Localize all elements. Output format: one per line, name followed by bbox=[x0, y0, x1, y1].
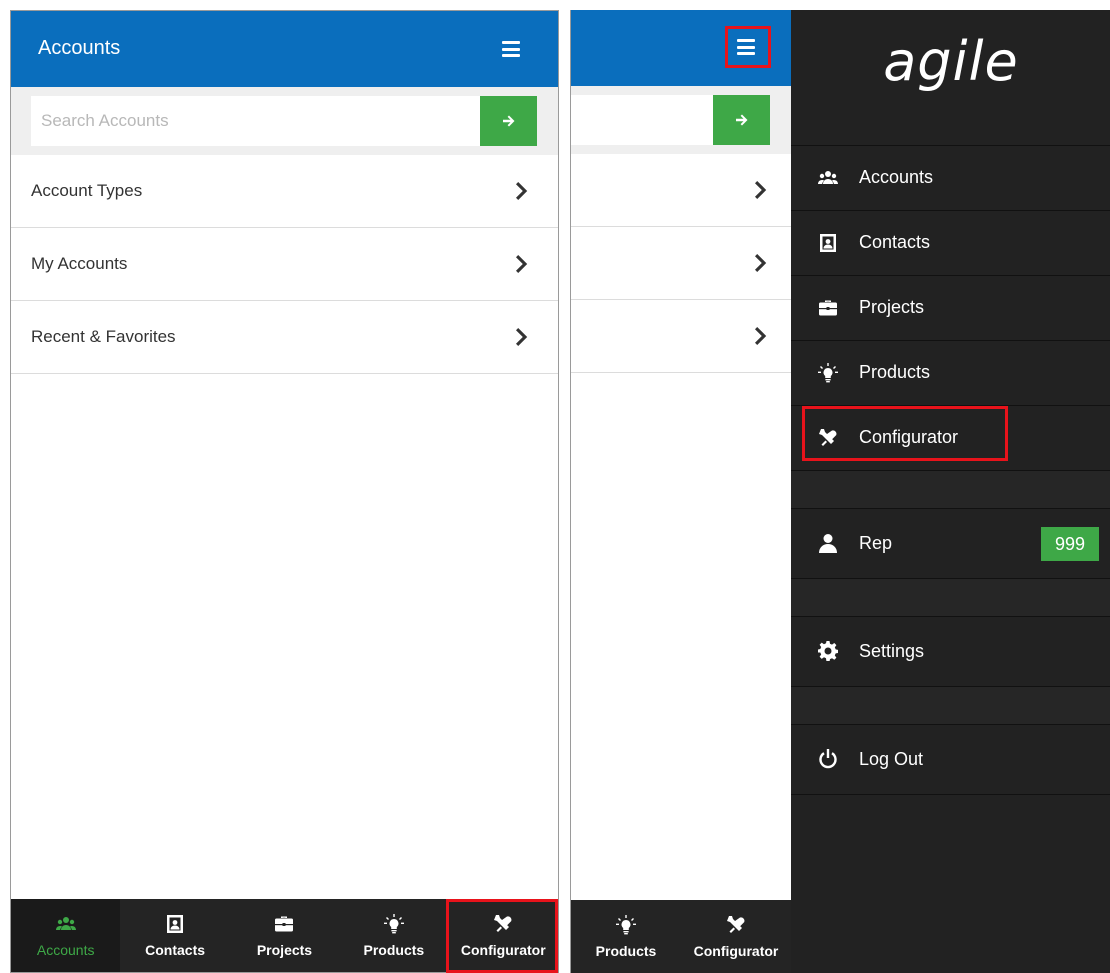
side-drawer: agile Accounts Contacts Projects Product… bbox=[791, 10, 1110, 973]
agile-logo: agile bbox=[791, 10, 1110, 146]
search-go-button[interactable] bbox=[713, 95, 770, 145]
tab-products[interactable]: Products bbox=[339, 899, 448, 972]
tab-label: Products bbox=[595, 942, 657, 959]
arrow-right-icon bbox=[735, 113, 749, 127]
users-icon bbox=[56, 914, 76, 934]
users-icon bbox=[818, 168, 838, 188]
tab-products[interactable]: Products bbox=[571, 900, 681, 973]
account-menu-list bbox=[571, 154, 791, 373]
tab-label: Configurator bbox=[460, 941, 546, 958]
drawer-item-configurator[interactable]: Configurator bbox=[791, 406, 1110, 471]
drawer-item-user[interactable]: Rep 999 bbox=[791, 509, 1110, 579]
search-go-button[interactable] bbox=[480, 96, 537, 146]
drawer-divider bbox=[791, 687, 1110, 725]
gear-icon bbox=[818, 641, 838, 661]
drawer-item-accounts[interactable]: Accounts bbox=[791, 146, 1110, 211]
list-item[interactable] bbox=[571, 154, 791, 227]
tools-icon bbox=[493, 914, 513, 934]
search-input[interactable] bbox=[31, 96, 481, 146]
tab-label: Projects bbox=[256, 941, 313, 958]
drawer-item-projects[interactable]: Projects bbox=[791, 276, 1110, 341]
tab-label: Contacts bbox=[145, 941, 206, 958]
tab-accounts[interactable]: Accounts bbox=[11, 899, 121, 972]
chevron-right-icon bbox=[753, 254, 767, 272]
search-input[interactable] bbox=[571, 95, 713, 145]
list-item-label: Account Types bbox=[31, 181, 143, 200]
chevron-right-icon bbox=[753, 327, 767, 345]
contact-card-icon bbox=[818, 233, 838, 253]
chevron-right-icon bbox=[514, 328, 528, 346]
chevron-right-icon bbox=[514, 182, 528, 200]
drawer-item-settings[interactable]: Settings bbox=[791, 617, 1110, 687]
tab-label: Accounts bbox=[36, 941, 95, 958]
hamburger-icon[interactable] bbox=[502, 41, 520, 57]
hamburger-icon[interactable] bbox=[737, 39, 755, 55]
drawer-item-label: Products bbox=[859, 362, 931, 382]
count-badge: 999 bbox=[1041, 527, 1099, 561]
tools-icon bbox=[818, 428, 838, 448]
tab-projects[interactable]: Projects bbox=[230, 899, 339, 972]
list-item[interactable] bbox=[571, 300, 791, 373]
list-item[interactable] bbox=[571, 227, 791, 300]
drawer-item-label: Projects bbox=[859, 297, 925, 317]
list-item-my-accounts[interactable]: My Accounts bbox=[11, 228, 558, 301]
app-header: Accounts bbox=[11, 11, 558, 87]
accounts-screen: Accounts Account Types My Accounts Recen… bbox=[10, 10, 559, 973]
user-name: Rep bbox=[859, 533, 893, 553]
tab-label: Products bbox=[363, 941, 425, 958]
chevron-right-icon bbox=[514, 255, 528, 273]
search-bar bbox=[571, 86, 791, 154]
briefcase-icon bbox=[818, 298, 838, 318]
drawer-item-products[interactable]: Products bbox=[791, 341, 1110, 406]
tools-icon bbox=[726, 915, 746, 935]
contact-card-icon bbox=[165, 914, 185, 934]
account-menu-list: Account Types My Accounts Recent & Favor… bbox=[11, 155, 558, 374]
search-bar bbox=[11, 87, 558, 155]
chevron-right-icon bbox=[753, 181, 767, 199]
drawer-menu: Accounts Contacts Projects Products Conf… bbox=[791, 146, 1110, 795]
bottom-tab-bar: Accounts Contacts Projects Products Conf… bbox=[11, 899, 558, 972]
drawer-item-label: Contacts bbox=[859, 232, 931, 252]
drawer-item-logout[interactable]: Log Out bbox=[791, 725, 1110, 795]
tab-label: Configurator bbox=[693, 942, 779, 959]
lightbulb-icon bbox=[616, 915, 636, 935]
user-icon bbox=[818, 533, 838, 553]
list-item-account-types[interactable]: Account Types bbox=[11, 155, 558, 228]
briefcase-icon bbox=[274, 914, 294, 934]
tab-configurator[interactable]: Configurator bbox=[681, 900, 791, 973]
tab-contacts[interactable]: Contacts bbox=[120, 899, 229, 972]
list-item-label: My Accounts bbox=[31, 254, 128, 273]
lightbulb-icon bbox=[818, 363, 838, 383]
drawer-item-label: Accounts bbox=[859, 167, 934, 187]
power-icon bbox=[818, 749, 838, 769]
drawer-item-label: Settings bbox=[859, 641, 925, 661]
list-item-label: Recent & Favorites bbox=[31, 327, 176, 346]
drawer-divider bbox=[791, 579, 1110, 617]
tab-configurator[interactable]: Configurator bbox=[449, 899, 558, 972]
drawer-item-label: Configurator bbox=[859, 427, 959, 447]
arrow-right-icon bbox=[502, 114, 516, 128]
page-title: Accounts bbox=[38, 37, 121, 59]
bottom-tab-bar: Products Configurator bbox=[571, 900, 791, 973]
lightbulb-icon bbox=[384, 914, 404, 934]
app-header bbox=[571, 10, 791, 86]
drawer-item-contacts[interactable]: Contacts bbox=[791, 211, 1110, 276]
drawer-divider bbox=[791, 471, 1110, 509]
accounts-screen-with-drawer: Products Configurator agile Accounts Con… bbox=[570, 10, 1110, 973]
list-item-recent-favorites[interactable]: Recent & Favorites bbox=[11, 301, 558, 374]
drawer-item-label: Log Out bbox=[859, 749, 924, 769]
